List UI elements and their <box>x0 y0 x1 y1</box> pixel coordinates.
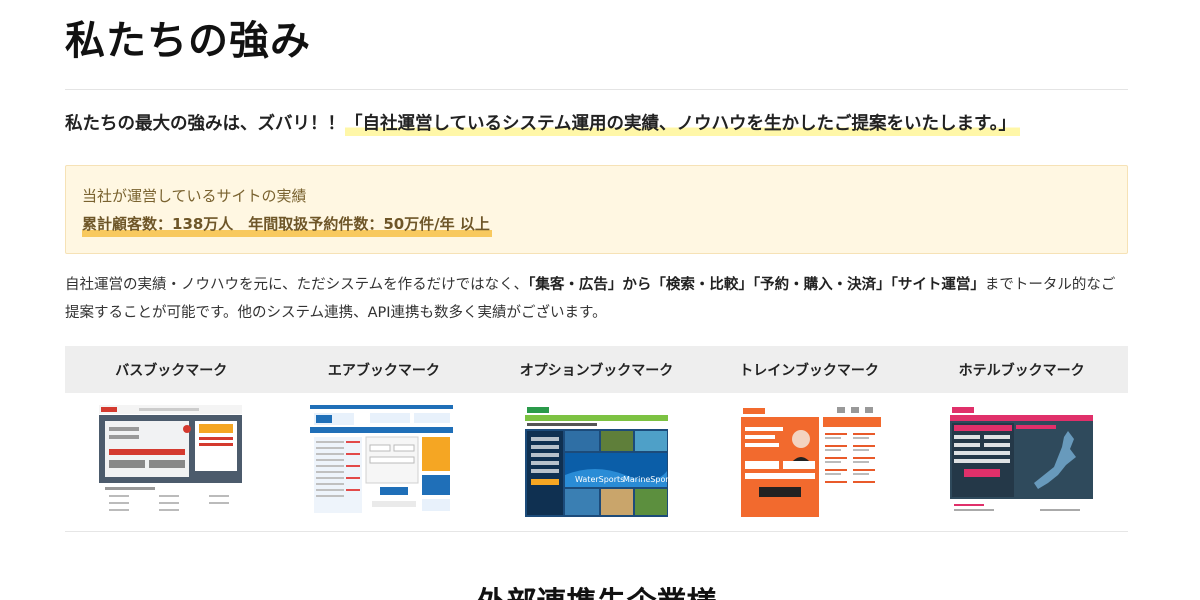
option-thumb-marine-label: MarineSports <box>623 475 668 484</box>
tab-train-bookmark[interactable]: トレインブックマーク <box>703 346 916 393</box>
description-part-1: 自社運営の実績・ノウハウを元に、ただシステムを作るだけではなく、 <box>65 277 529 293</box>
tab-air-bookmark[interactable]: エアブックマーク <box>278 346 491 393</box>
bus-site-screenshot-icon[interactable] <box>99 405 242 517</box>
tab-hotel-bookmark[interactable]: ホテルブックマーク <box>915 346 1128 393</box>
achievement-figures: 累計顧客数：138万人 年間取扱予約件数：50万件/年 以上 <box>82 213 492 237</box>
achievement-box: 当社が運営しているサイトの実績 累計顧客数：138万人 年間取扱予約件数：50万… <box>65 165 1128 254</box>
lead-statement: 私たちの最大の強みは、ズバリ！！「自社運営しているシステム運用の実績、ノウハウを… <box>65 110 1020 136</box>
description-emphasis: 「集客・広告」から「検索・比較」「予約・購入・決済」「サイト運営」 <box>528 277 985 293</box>
air-site-screenshot-icon[interactable] <box>310 405 453 517</box>
option-site-screenshot-icon[interactable]: WaterSports MarineSports <box>525 405 668 517</box>
lead-highlight: 「自社運営しているシステム運用の実績、ノウハウを生かしたご提案をいたします。」 <box>345 114 1020 136</box>
partners-heading: 外部連携先企業様 <box>65 578 1128 600</box>
option-thumb-water-label: WaterSports <box>575 475 624 484</box>
title-divider <box>65 89 1128 90</box>
service-thumbnails: WaterSports MarineSports <box>65 405 1128 517</box>
train-site-screenshot-icon[interactable] <box>741 405 884 517</box>
tab-bus-bookmark[interactable]: バスブックマーク <box>65 346 278 393</box>
description-text: 自社運営の実績・ノウハウを元に、ただシステムを作るだけではなく、「集客・広告」か… <box>65 271 1128 327</box>
achievement-heading: 当社が運営しているサイトの実績 <box>82 187 307 205</box>
hotel-site-screenshot-icon[interactable] <box>950 405 1093 517</box>
lead-prefix: 私たちの最大の強みは、ズバリ！！ <box>65 114 345 134</box>
section-divider <box>65 531 1128 532</box>
page-title: 私たちの強み <box>65 18 311 64</box>
tab-option-bookmark[interactable]: オプションブックマーク <box>490 346 703 393</box>
service-tabs: バスブックマーク エアブックマーク オプションブックマーク トレインブックマーク… <box>65 346 1128 393</box>
